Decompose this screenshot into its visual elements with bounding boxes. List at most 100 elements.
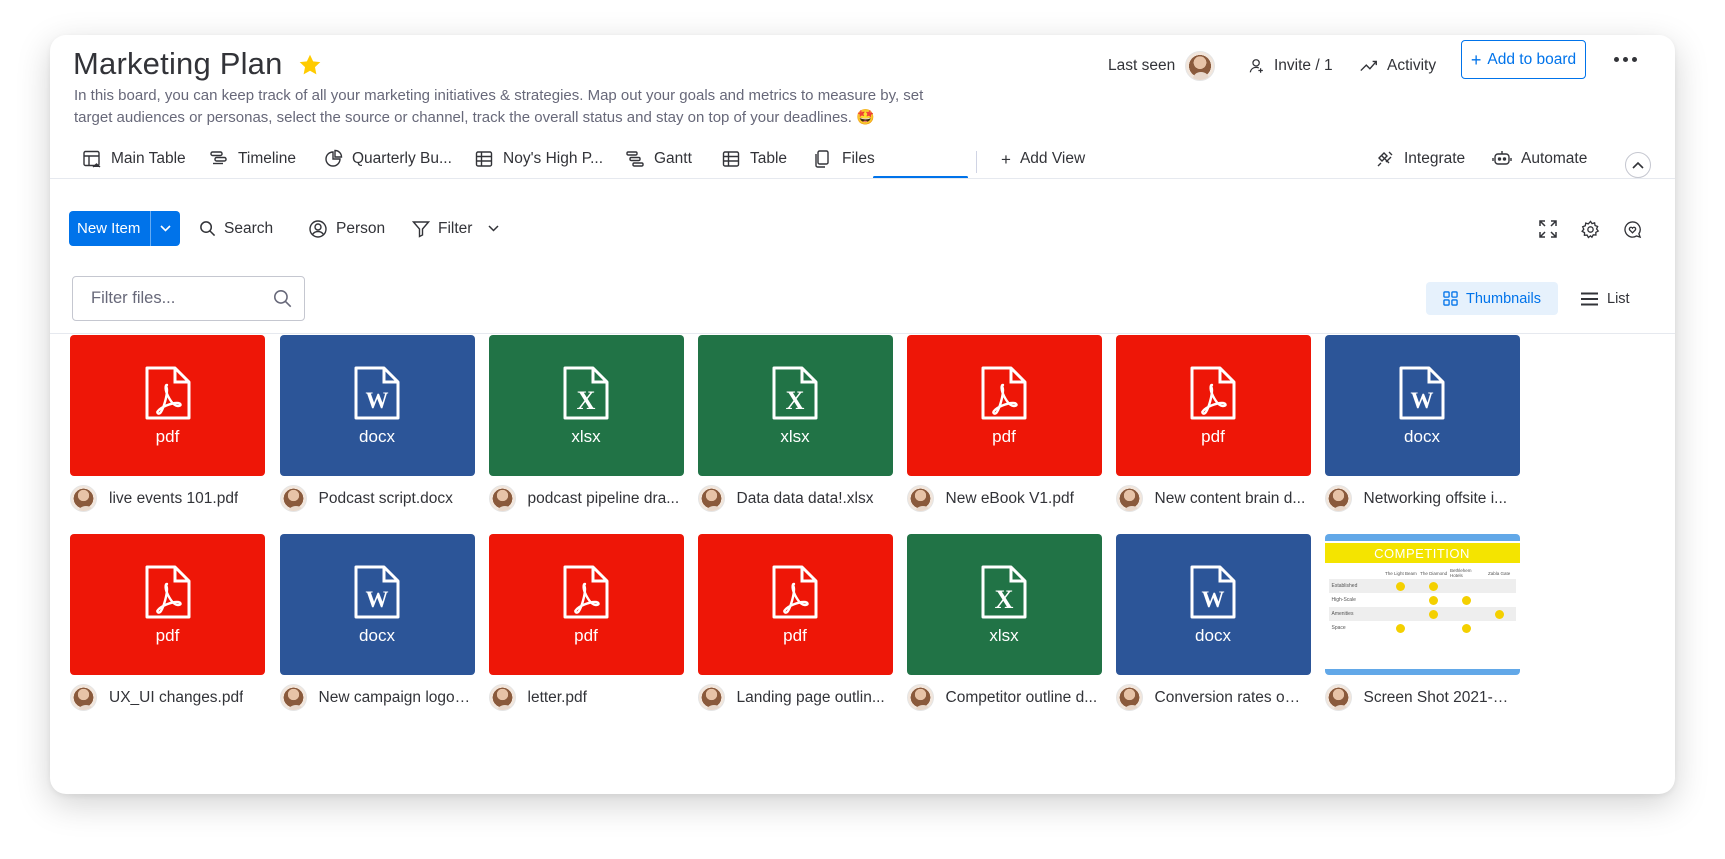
preview-row-label: Space [1331, 625, 1346, 631]
file-thumbnail[interactable]: Xxlsx [488, 335, 684, 476]
chevron-down-icon[interactable] [150, 211, 180, 246]
integrate-button[interactable]: Integrate [1375, 139, 1465, 179]
file-name[interactable]: Data data data!.xlsx [737, 490, 874, 508]
preview-column: Bethlehem Hotels [1449, 568, 1472, 578]
avatar [697, 684, 725, 711]
fullscreen-icon[interactable] [1537, 218, 1559, 240]
file-thumbnail[interactable]: pdf [488, 534, 684, 675]
board-card: Marketing Plan In this board, you can ke… [50, 35, 1675, 794]
file-thumbnail[interactable]: pdf [70, 335, 265, 476]
person-filter-button[interactable]: Person [308, 211, 385, 246]
board-title[interactable]: Marketing Plan [73, 46, 283, 82]
file-name[interactable]: Competitor outline d... [946, 689, 1098, 707]
file-name[interactable]: UX_UI changes.pdf [109, 689, 243, 707]
home-table-icon [82, 149, 102, 169]
file-name[interactable]: letter.pdf [528, 689, 587, 707]
file-name[interactable]: podcast pipeline dra... [528, 490, 680, 508]
activity-button[interactable]: Activity [1359, 49, 1436, 83]
last-seen[interactable]: Last seen [1108, 49, 1216, 83]
file-type-label: docx [1404, 426, 1440, 446]
file-thumbnail[interactable]: pdf [906, 335, 1102, 476]
tab-divider [976, 151, 977, 173]
file-card[interactable]: pdf New eBook V1.pdf [906, 335, 1102, 521]
file-name[interactable]: Networking offsite i... [1364, 490, 1508, 508]
avatar [906, 684, 934, 711]
star-icon[interactable] [297, 52, 323, 78]
file-thumbnail[interactable]: COMPETITION The Light Beam The Diamond Beth… [1324, 534, 1520, 675]
chat-heart-icon[interactable] [1621, 218, 1643, 240]
avatar [1324, 485, 1352, 512]
tab-table[interactable]: Table [721, 139, 787, 179]
file-thumbnail[interactable]: pdf [70, 534, 265, 675]
tab-gantt[interactable]: Gantt [625, 139, 692, 179]
file-card[interactable]: Xxlsx Data data data!.xlsx [697, 335, 893, 521]
tab-noys-high-priority[interactable]: Noy's High P... [474, 139, 603, 179]
file-card[interactable]: pdf live events 101.pdf [70, 335, 265, 521]
file-thumbnail[interactable]: Xxlsx [697, 335, 893, 476]
avatar [279, 684, 307, 711]
new-item-button[interactable]: New Item [69, 211, 181, 246]
add-to-board-button[interactable]: + Add to board [1461, 40, 1586, 79]
tab-main-table[interactable]: Main Table [82, 139, 186, 179]
chart-pie-icon [323, 149, 343, 169]
file-card[interactable]: pdf UX_UI changes.pdf [70, 534, 265, 720]
integrate-icon [1375, 149, 1395, 169]
file-card[interactable]: Wdocx Podcast script.docx [279, 335, 475, 521]
file-name[interactable]: Screen Shot 2021-03... [1364, 689, 1516, 707]
more-options-icon[interactable] [1610, 47, 1640, 71]
file-thumbnail[interactable]: pdf [1115, 335, 1311, 476]
file-thumbnail[interactable]: Wdocx [279, 534, 475, 675]
file-meta: letter.pdf [488, 684, 684, 711]
file-meta: live events 101.pdf [70, 485, 265, 512]
preview-column: The Diamond [1420, 570, 1448, 576]
add-view-button[interactable]: + Add View [1001, 139, 1085, 179]
file-card[interactable]: Xxlsx Competitor outline d... [906, 534, 1102, 720]
file-name[interactable]: New content brain d... [1155, 490, 1306, 508]
file-card[interactable]: pdf Landing page outlin... [697, 534, 893, 720]
file-card[interactable]: Wdocx New campaign logo ... [279, 534, 475, 720]
thumbnails-view-button[interactable]: Thumbnails [1426, 282, 1558, 315]
search-button[interactable]: Search [199, 211, 273, 246]
tab-timeline[interactable]: Timeline [209, 139, 296, 179]
tab-quarterly-budget[interactable]: Quarterly Bu... [323, 139, 452, 179]
list-view-button[interactable]: List [1581, 282, 1630, 315]
file-card[interactable]: Wdocx Conversion rates out... [1115, 534, 1311, 720]
file-name[interactable]: Podcast script.docx [319, 490, 453, 508]
file-name[interactable]: Conversion rates out... [1155, 689, 1307, 707]
file-thumbnail[interactable]: Wdocx [1324, 335, 1520, 476]
pdf-file-icon [145, 565, 190, 618]
filter-button[interactable]: Filter [412, 211, 499, 246]
file-meta: New eBook V1.pdf [906, 485, 1102, 512]
automate-button[interactable]: Automate [1492, 139, 1587, 179]
file-thumbnail[interactable]: Wdocx [1115, 534, 1311, 675]
file-type-label: xlsx [571, 426, 601, 446]
collapse-header-button[interactable] [1625, 152, 1651, 178]
file-card[interactable]: Wdocx Networking offsite i... [1324, 335, 1520, 521]
avatar [279, 485, 307, 512]
invite-button[interactable]: Invite / 1 [1248, 49, 1333, 83]
file-thumbnail[interactable]: Wdocx [279, 335, 475, 476]
file-name[interactable]: New campaign logo ... [319, 689, 471, 707]
check-icon [1461, 623, 1471, 633]
person-icon [309, 219, 327, 238]
file-card[interactable]: COMPETITION The Light Beam The Diamond Beth… [1324, 534, 1520, 720]
file-name[interactable]: New eBook V1.pdf [946, 490, 1074, 508]
file-thumbnail[interactable]: pdf [697, 534, 893, 675]
file-card[interactable]: pdf New content brain d... [1115, 335, 1311, 521]
avatar [1115, 485, 1143, 512]
file-meta: Landing page outlin... [697, 684, 893, 711]
docx-file-icon: W [354, 565, 400, 618]
file-card[interactable]: Xxlsx podcast pipeline dra... [488, 335, 684, 521]
filter-icon [412, 220, 430, 238]
file-name[interactable]: live events 101.pdf [109, 490, 238, 508]
avatar [488, 485, 516, 512]
file-name[interactable]: Landing page outlin... [737, 689, 885, 707]
file-thumbnail[interactable]: Xxlsx [906, 534, 1102, 675]
preview-row-label: Established [1331, 583, 1358, 589]
chevron-down-icon[interactable] [488, 225, 499, 232]
filter-files-input[interactable]: Filter files... [72, 276, 305, 321]
file-card[interactable]: pdf letter.pdf [488, 534, 684, 720]
tab-files[interactable]: Files [813, 139, 875, 179]
settings-gear-icon[interactable] [1579, 218, 1601, 240]
check-icon [1494, 609, 1504, 619]
